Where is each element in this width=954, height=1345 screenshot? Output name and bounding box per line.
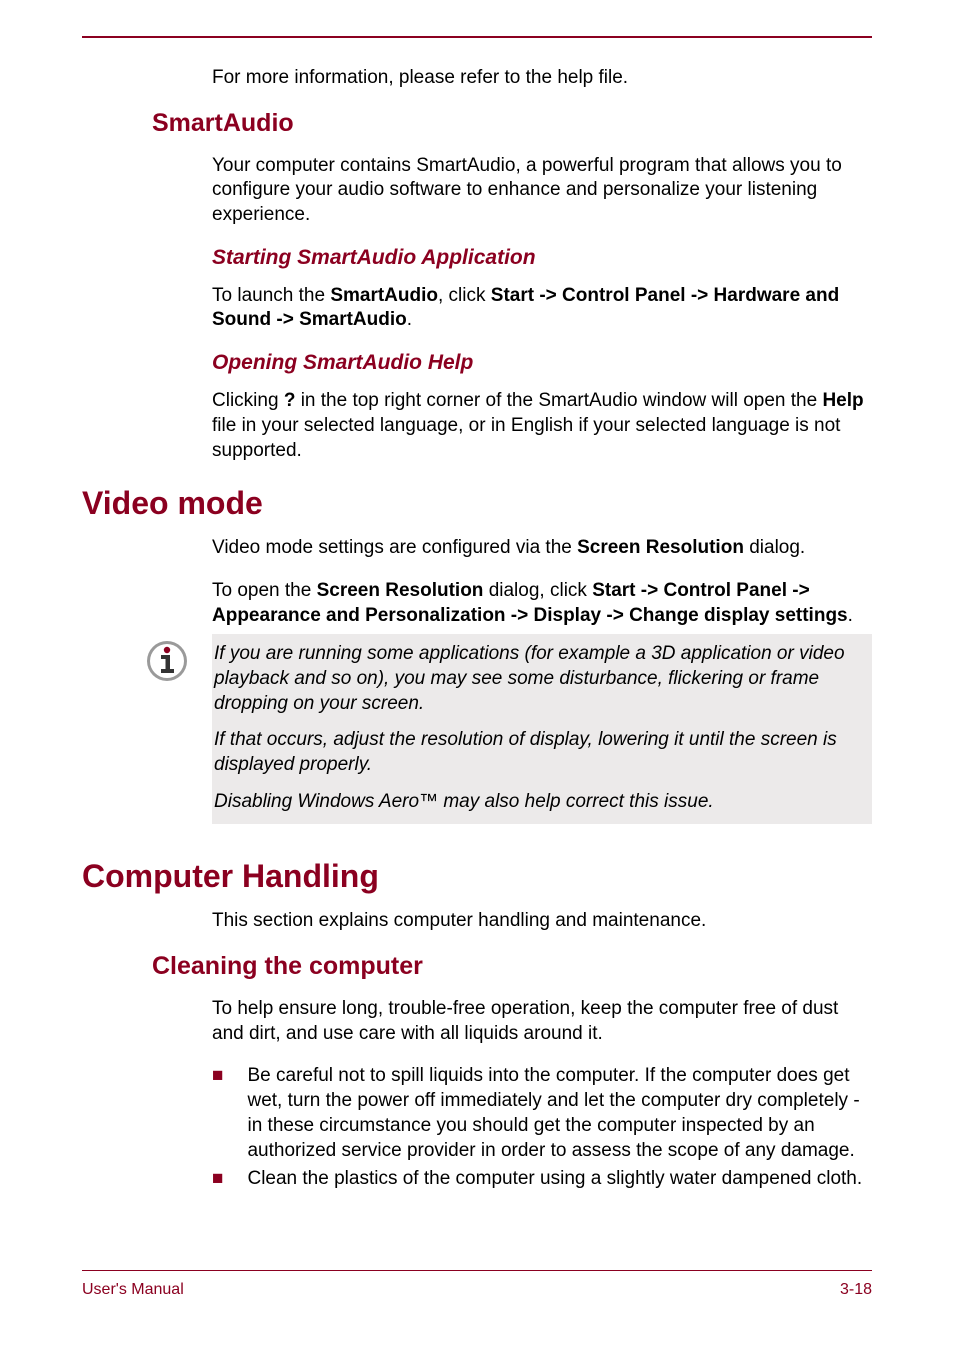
page-content: For more information, please refer to th… — [0, 0, 954, 1192]
footer-right: 3-18 — [840, 1281, 872, 1299]
cleaning-list: ■ Be careful not to spill liquids into t… — [212, 1064, 872, 1191]
bold-text: ? — [284, 390, 296, 411]
cleaning-para: To help ensure long, trouble-free operat… — [212, 997, 872, 1046]
videomode-para1: Video mode settings are configured via t… — [212, 536, 872, 561]
list-item: ■ Clean the plastics of the computer usi… — [212, 1167, 872, 1192]
bullet-icon: ■ — [212, 1064, 223, 1089]
text: To launch the — [212, 285, 330, 306]
smartaudio-heading: SmartAudio — [152, 109, 872, 138]
note-text-1: If you are running some applications (fo… — [214, 642, 862, 716]
handling-para: This section explains computer handling … — [212, 909, 872, 934]
handling-heading: Computer Handling — [82, 858, 872, 895]
footer-left: User's Manual — [82, 1281, 184, 1299]
note-text-2: If that occurs, adjust the resolution of… — [214, 728, 862, 777]
bottom-divider — [82, 1270, 872, 1271]
text: . — [848, 605, 853, 626]
text: in the top right corner of the SmartAudi… — [295, 390, 822, 411]
bold-text: SmartAudio — [330, 285, 438, 306]
text: file in your selected language, or in En… — [212, 415, 840, 461]
list-text: Be careful not to spill liquids into the… — [247, 1064, 872, 1163]
bold-text: Screen Resolution — [317, 580, 484, 601]
note-text-3: Disabling Windows Aero™ may also help co… — [214, 790, 862, 815]
videomode-para2: To open the Screen Resolution dialog, cl… — [212, 579, 872, 628]
starting-para: To launch the SmartAudio, click Start ->… — [212, 284, 872, 333]
opening-heading: Opening SmartAudio Help — [212, 351, 872, 375]
top-divider — [82, 36, 872, 38]
bold-text: Help — [822, 390, 863, 411]
note-box: If you are running some applications (fo… — [212, 634, 872, 824]
intro-text: For more information, please refer to th… — [212, 66, 872, 91]
page-footer: User's Manual 3-18 — [82, 1270, 872, 1299]
cleaning-heading: Cleaning the computer — [152, 952, 872, 981]
opening-para: Clicking ? in the top right corner of th… — [212, 389, 872, 463]
text: dialog, click — [483, 580, 592, 601]
smartaudio-para: Your computer contains SmartAudio, a pow… — [212, 154, 872, 228]
list-text: Clean the plastics of the computer using… — [247, 1167, 862, 1192]
text: Clicking — [212, 390, 284, 411]
text: Video mode settings are configured via t… — [212, 537, 577, 558]
text: . — [407, 309, 412, 330]
list-item: ■ Be careful not to spill liquids into t… — [212, 1064, 872, 1163]
text: dialog. — [744, 537, 805, 558]
bullet-icon: ■ — [212, 1167, 223, 1192]
text: , click — [438, 285, 491, 306]
info-icon — [146, 640, 188, 682]
footer-row: User's Manual 3-18 — [82, 1281, 872, 1299]
starting-heading: Starting SmartAudio Application — [212, 246, 872, 270]
videomode-heading: Video mode — [82, 485, 872, 522]
bold-text: Screen Resolution — [577, 537, 744, 558]
text: To open the — [212, 580, 317, 601]
